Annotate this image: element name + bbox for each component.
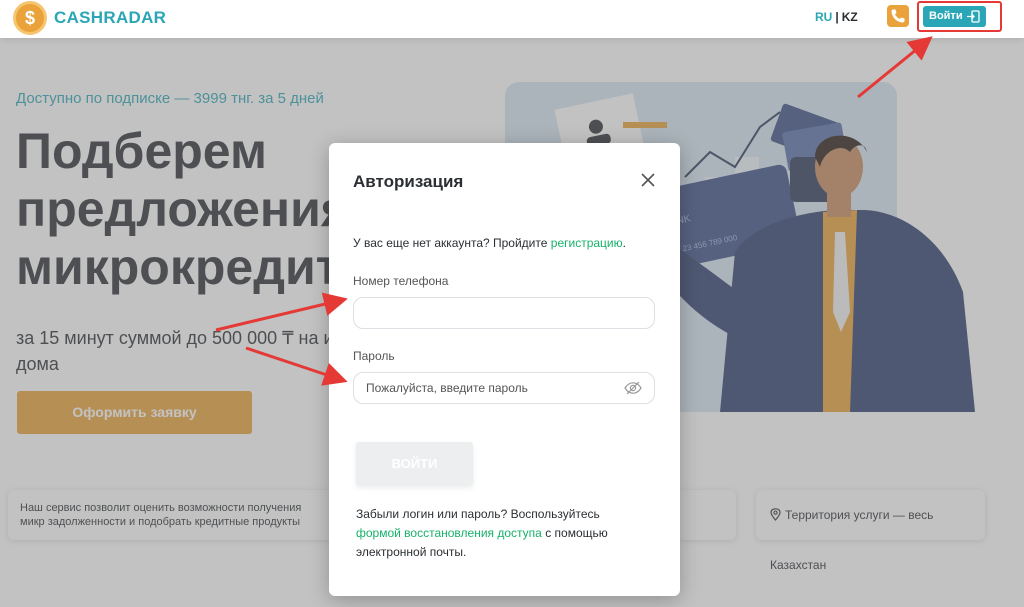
phone-button[interactable] (887, 5, 909, 27)
forgot-password-text: Забыли логин или пароль? Воспользуйтесь … (356, 505, 646, 562)
eye-off-icon[interactable] (624, 381, 642, 395)
no-account-text: У вас еще нет аккаунта? Пройдите регистр… (353, 236, 626, 250)
phone-label: Номер телефона (353, 274, 449, 288)
password-label: Пароль (353, 349, 395, 363)
lang-ru-link[interactable]: RU (815, 10, 832, 24)
close-icon[interactable] (640, 172, 656, 188)
no-account-end: . (622, 236, 626, 250)
lang-separator: | (835, 10, 839, 24)
register-link[interactable]: регистрацию (551, 236, 623, 250)
recovery-link[interactable]: формой восстановления доступа (356, 526, 542, 540)
language-switcher: RU | KZ (815, 10, 858, 24)
password-field[interactable] (353, 372, 655, 404)
phone-icon (891, 9, 905, 23)
annotation-highlight-box (917, 1, 1002, 32)
logo-text[interactable]: CASHRADAR (54, 8, 166, 28)
no-account-label: У вас еще нет аккаунта? Пройдите (353, 236, 551, 250)
phone-input[interactable] (354, 298, 654, 328)
phone-field[interactable] (353, 297, 655, 329)
auth-modal: Авторизация У вас еще нет аккаунта? Прой… (329, 143, 680, 596)
lang-kz-link[interactable]: KZ (842, 10, 858, 24)
site-header: $ CASHRADAR RU | KZ Войти (0, 0, 1024, 38)
login-submit-button[interactable]: ВОЙТИ (356, 442, 473, 486)
forgot-label: Забыли логин или пароль? Воспользуйтесь (356, 507, 600, 521)
modal-title: Авторизация (353, 172, 464, 191)
password-input[interactable] (354, 373, 654, 403)
logo-coin-icon[interactable]: $ (13, 1, 47, 35)
